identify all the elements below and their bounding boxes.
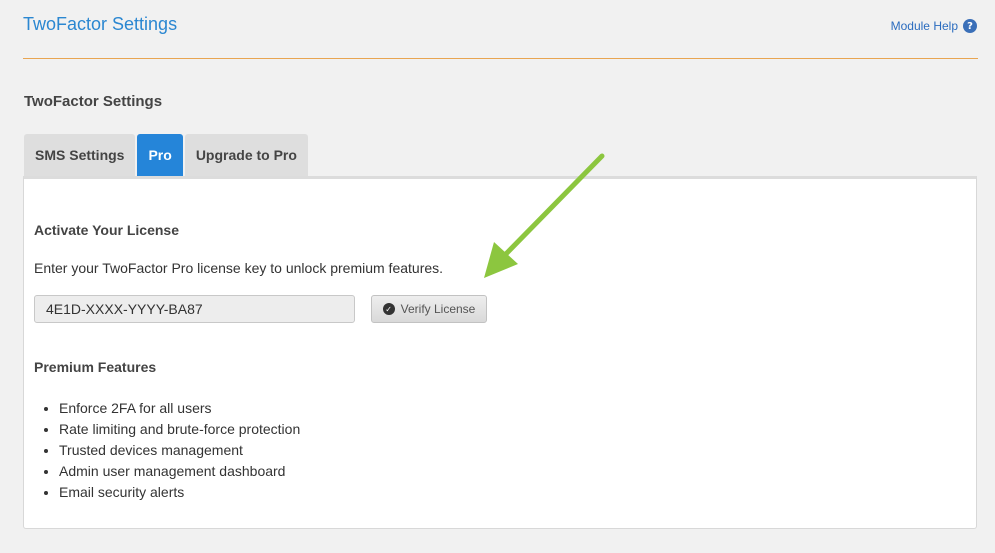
list-item: Enforce 2FA for all users [59, 398, 300, 419]
check-circle-icon: ✓ [382, 303, 395, 315]
header-divider [23, 58, 978, 59]
premium-features-list: Enforce 2FA for all users Rate limiting … [34, 398, 300, 503]
premium-features-heading: Premium Features [34, 359, 157, 375]
list-item: Admin user management dashboard [59, 461, 300, 482]
list-item: Rate limiting and brute-force protection [59, 419, 300, 440]
license-key-input[interactable] [34, 295, 355, 323]
tab-pro[interactable]: Pro [137, 134, 183, 176]
list-item: Trusted devices management [59, 440, 300, 461]
tab-upgrade-to-pro[interactable]: Upgrade to Pro [184, 134, 308, 176]
question-icon[interactable]: ? [963, 19, 977, 33]
verify-license-label: Verify License [400, 302, 476, 316]
tab-panel-pro: Activate Your License Enter your TwoFact… [23, 176, 977, 529]
module-help-label[interactable]: Module Help [891, 19, 958, 33]
activate-license-description: Enter your TwoFactor Pro license key to … [34, 260, 444, 276]
page-title: TwoFactor Settings [23, 14, 178, 34]
module-help-link[interactable]: Module Help ? [891, 19, 977, 33]
tab-bar: SMS Settings Pro Upgrade to Pro [24, 134, 310, 176]
section-title: TwoFactor Settings [24, 93, 163, 110]
verify-license-button[interactable]: ✓ Verify License [371, 295, 487, 323]
tab-sms-settings[interactable]: SMS Settings [24, 134, 136, 176]
activate-license-heading: Activate Your License [34, 222, 179, 238]
list-item: Email security alerts [59, 482, 300, 503]
